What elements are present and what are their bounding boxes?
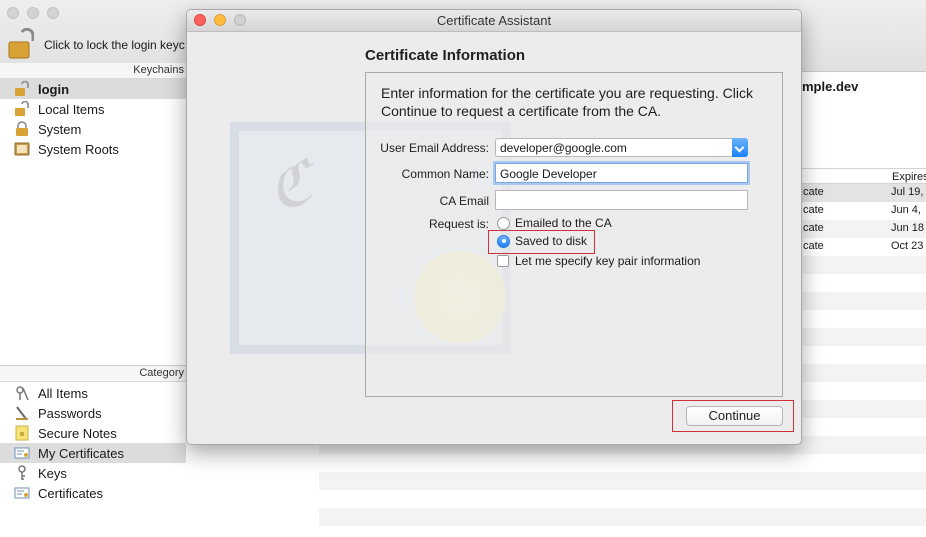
- request-label: Request is:: [428, 217, 489, 231]
- radio-button[interactable]: [497, 216, 510, 230]
- certificate-icon: [14, 487, 30, 499]
- note-icon: [15, 425, 29, 441]
- key-pen-icon: [16, 406, 28, 420]
- kind-cell: cate: [803, 204, 824, 216]
- checkbox[interactable]: [497, 255, 509, 267]
- padlock-icon: [16, 121, 28, 136]
- specify-key-pair-checkbox[interactable]: Let me specify key pair information: [497, 253, 700, 269]
- expires-cell: Jul 19,: [891, 186, 924, 198]
- cabinet-icon: [14, 142, 30, 156]
- email-label: User Email Address:: [380, 141, 489, 155]
- expires-column-header[interactable]: Expires: [892, 171, 926, 183]
- saved-to-disk-highlight: [488, 230, 595, 254]
- zoom-button[interactable]: [47, 7, 59, 19]
- email-combobox[interactable]: developer@google.com: [495, 138, 748, 157]
- sidebar-item-label: Secure Notes: [38, 425, 117, 441]
- sidebar-item-label: Passwords: [38, 405, 102, 421]
- sidebar-item-label: Keys: [38, 465, 67, 481]
- sidebar-item-certificates[interactable]: Certificates: [0, 483, 186, 503]
- key-icon: [18, 465, 26, 480]
- table-header: Expires: [800, 168, 926, 184]
- kind-cell: cate: [803, 222, 824, 234]
- certificate-assistant-dialog: Certificate Assistant ℭ Certificate Info…: [186, 9, 802, 445]
- section-title: Certificate Information: [365, 47, 526, 64]
- sidebar-item-label: All Items: [38, 385, 88, 401]
- unlocked-padlock-icon: [15, 81, 29, 96]
- unlocked-padlock-icon[interactable]: [8, 28, 34, 60]
- sidebar-item-label: Local Items: [38, 101, 105, 117]
- continue-button[interactable]: Continue: [686, 406, 783, 426]
- sidebar-item-all-items[interactable]: All Items: [0, 383, 186, 403]
- common-name-field[interactable]: Google Developer: [495, 163, 748, 183]
- checkbox-label: Let me specify key pair information: [515, 254, 701, 268]
- ca-email-field[interactable]: [495, 190, 748, 210]
- sidebar-item-system[interactable]: System: [0, 119, 186, 139]
- empty-row: [319, 472, 926, 490]
- lock-label: Click to lock the login keyc: [44, 38, 185, 52]
- empty-row: [319, 508, 926, 526]
- intro-text: Enter information for the certificate yo…: [381, 85, 753, 119]
- certificate-info-panel: Enter information for the certificate yo…: [365, 72, 783, 397]
- radio-emailed-to-ca[interactable]: Emailed to the CA: [497, 215, 612, 231]
- sidebar-item-label: login: [38, 81, 70, 97]
- sidebar-item-keys[interactable]: Keys: [0, 463, 186, 483]
- keychain-sidebar: Keychains login Local Items System Syste…: [0, 63, 186, 537]
- sidebar-item-passwords[interactable]: Passwords: [0, 403, 186, 423]
- kind-cell: cate: [803, 240, 824, 252]
- expires-cell: Oct 23: [891, 240, 924, 252]
- sidebar-item-label: Certificates: [38, 485, 104, 501]
- unlocked-padlock-icon: [15, 101, 29, 116]
- sidebar-item-secure-notes[interactable]: Secure Notes: [0, 423, 186, 443]
- category-header: Category: [0, 366, 186, 382]
- sidebar-item-label: System Roots: [38, 141, 119, 157]
- kind-cell: cate: [803, 186, 824, 198]
- keychains-header: Keychains: [0, 63, 186, 79]
- ca-email-label: CA Email: [439, 194, 489, 208]
- expires-cell: Jun 4,: [891, 204, 921, 216]
- dialog-title: Certificate Assistant: [436, 13, 552, 28]
- common-name-label: Common Name:: [401, 167, 489, 181]
- chevron-down-icon[interactable]: [732, 138, 748, 157]
- common-name-value: Google Developer: [500, 167, 597, 181]
- selected-certificate-name: mple.dev: [802, 79, 859, 94]
- all-items-icon: [16, 386, 29, 401]
- sidebar-item-local-items[interactable]: Local Items: [0, 99, 186, 119]
- certificate-script-graphic: ℭ: [262, 147, 319, 225]
- dialog-titlebar: Certificate Assistant: [187, 10, 801, 32]
- close-button[interactable]: [7, 7, 19, 19]
- minimize-button[interactable]: [27, 7, 39, 19]
- sidebar-item-login[interactable]: login: [0, 79, 186, 99]
- sidebar-item-system-roots[interactable]: System Roots: [0, 139, 186, 159]
- radio-label: Emailed to the CA: [515, 216, 612, 230]
- expires-cell: Jun 18: [891, 222, 925, 234]
- email-value: developer@google.com: [500, 141, 627, 155]
- sidebar-item-label: System: [38, 121, 82, 137]
